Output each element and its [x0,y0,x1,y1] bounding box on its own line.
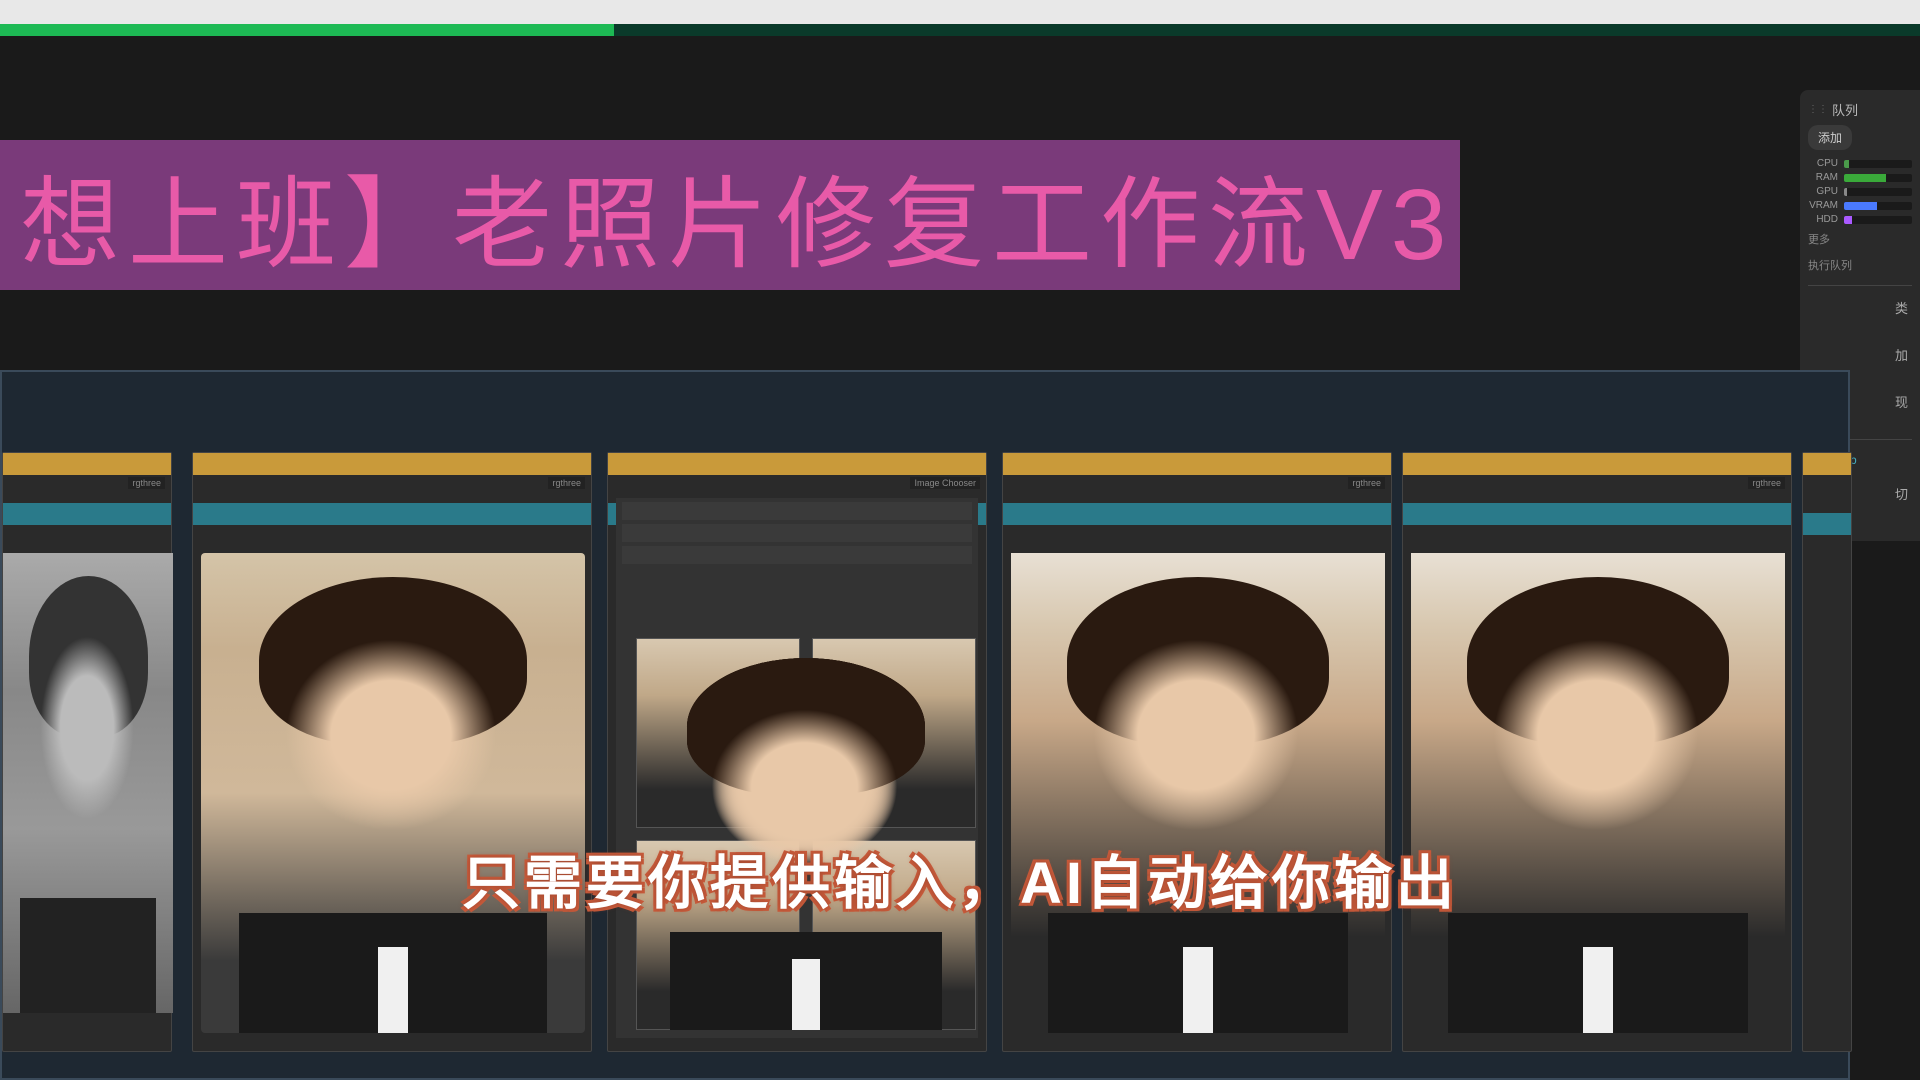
queue-label: 队列 [1832,100,1858,119]
separator [1808,285,1912,286]
meter-gpu: GPU [1808,186,1912,197]
restored-photo-2 [1411,553,1785,1033]
meter-cpu: CPU [1808,158,1912,169]
node-header[interactable] [3,453,171,475]
node-header[interactable] [1003,453,1391,475]
node-subheader [1403,503,1791,525]
node-type-label: rgthree [548,477,585,489]
meter-vram: VRAM [1808,200,1912,211]
node-header[interactable] [608,453,986,475]
workflow-canvas[interactable]: rgthree rgthree Image Chooser [0,370,1850,1080]
node-subheader [193,503,591,525]
node-colorized[interactable]: rgthree [192,452,592,1052]
panel-item-2[interactable]: 加 [1808,345,1912,364]
node-output-2[interactable]: rgthree [1402,452,1792,1052]
node-type-label: rgthree [128,477,165,489]
node-input-image[interactable]: rgthree [2,452,172,1052]
node-type-label: Image Chooser [910,477,980,489]
queue-header[interactable]: ⋮⋮ 队列 [1808,100,1912,119]
node-type-label: rgthree [1348,477,1385,489]
progress-fill [0,24,614,36]
chooser-body [616,498,978,1038]
chooser-control[interactable] [622,502,972,520]
input-photo-bw [3,553,173,1013]
node-image-chooser[interactable]: Image Chooser [607,452,987,1052]
meter-hdd: HDD [1808,214,1912,225]
workflow-title-banner: 想上班】老照片修复工作流V3 [0,140,1460,290]
node-subheader [1803,513,1851,535]
drag-icon: ⋮⋮ [1808,104,1828,115]
add-button[interactable]: 添加 [1808,125,1852,150]
node-subheader [3,503,171,525]
panel-item-1[interactable]: 类 [1808,298,1912,317]
chooser-grid [636,638,976,1030]
node-type-label: rgthree [1748,477,1785,489]
meter-ram: RAM [1808,172,1912,183]
exec-queue-link[interactable]: 执行队列 [1808,257,1912,273]
resource-meters: CPU RAM GPU VRAM HDD [1808,158,1912,225]
node-output-1[interactable]: rgthree [1002,452,1392,1052]
node-partial[interactable] [1802,452,1852,1052]
more-link[interactable]: 更多 [1808,231,1912,247]
chooser-control[interactable] [622,546,972,564]
video-subtitle: 只需要你提供输入，AI自动给你输出 [462,836,1458,920]
node-header[interactable] [1803,453,1851,475]
progress-bar [0,24,1920,36]
chooser-control[interactable] [622,524,972,542]
node-header[interactable] [1403,453,1791,475]
colorized-photo [201,553,585,1033]
node-header[interactable] [193,453,591,475]
restored-photo-1 [1011,553,1385,1033]
workflow-title: 想上班】老照片修复工作流V3 [20,143,1454,288]
window-chrome [0,0,1920,24]
node-subheader [1003,503,1391,525]
